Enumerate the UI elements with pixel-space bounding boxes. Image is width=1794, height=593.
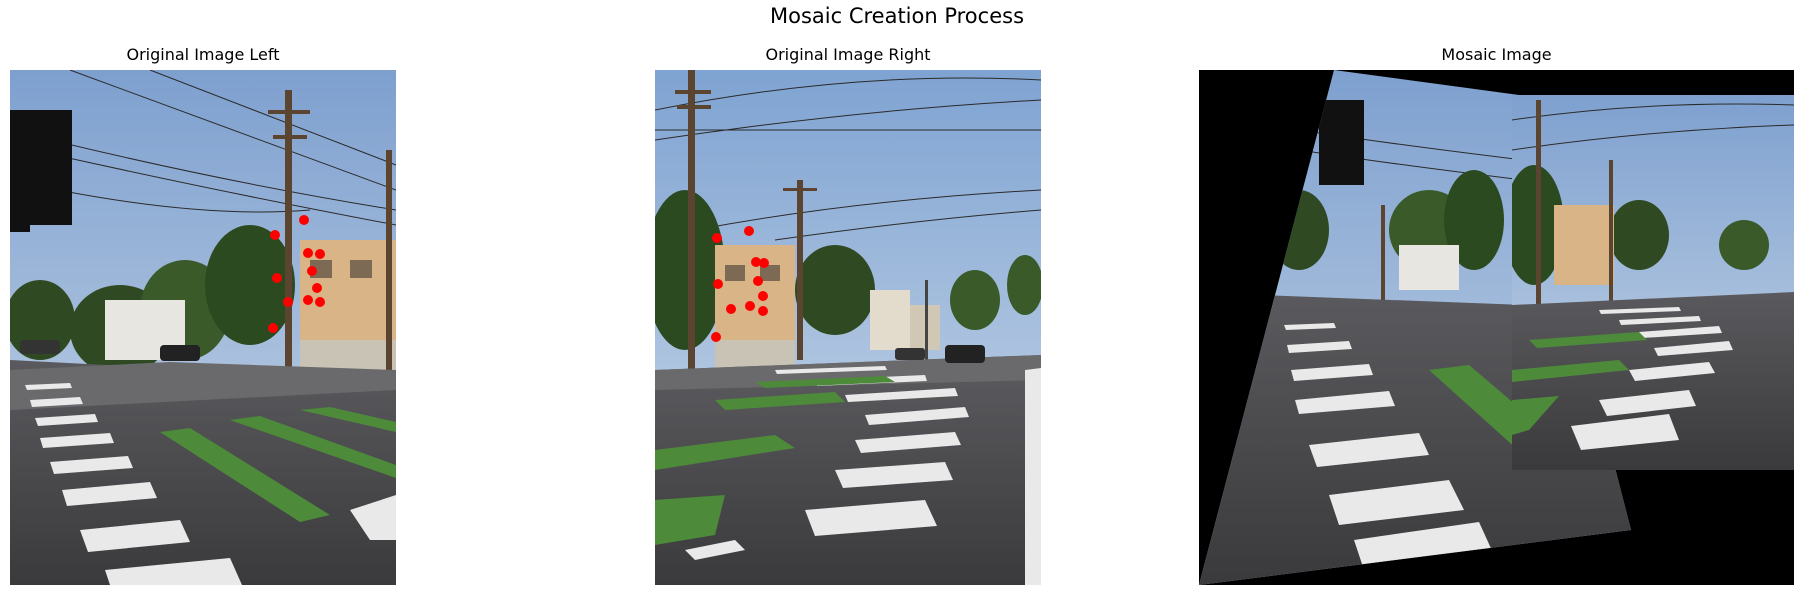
panel-title-right: Original Image Right: [765, 45, 931, 64]
figure-title: Mosaic Creation Process: [769, 4, 1025, 28]
panel-title-left: Original Image Left: [126, 45, 280, 64]
mosaic-image: [1199, 70, 1794, 585]
panel-title-mosaic: Mosaic Image: [1441, 45, 1552, 64]
original-image-right: [655, 70, 1041, 585]
original-image-left: [10, 70, 396, 585]
